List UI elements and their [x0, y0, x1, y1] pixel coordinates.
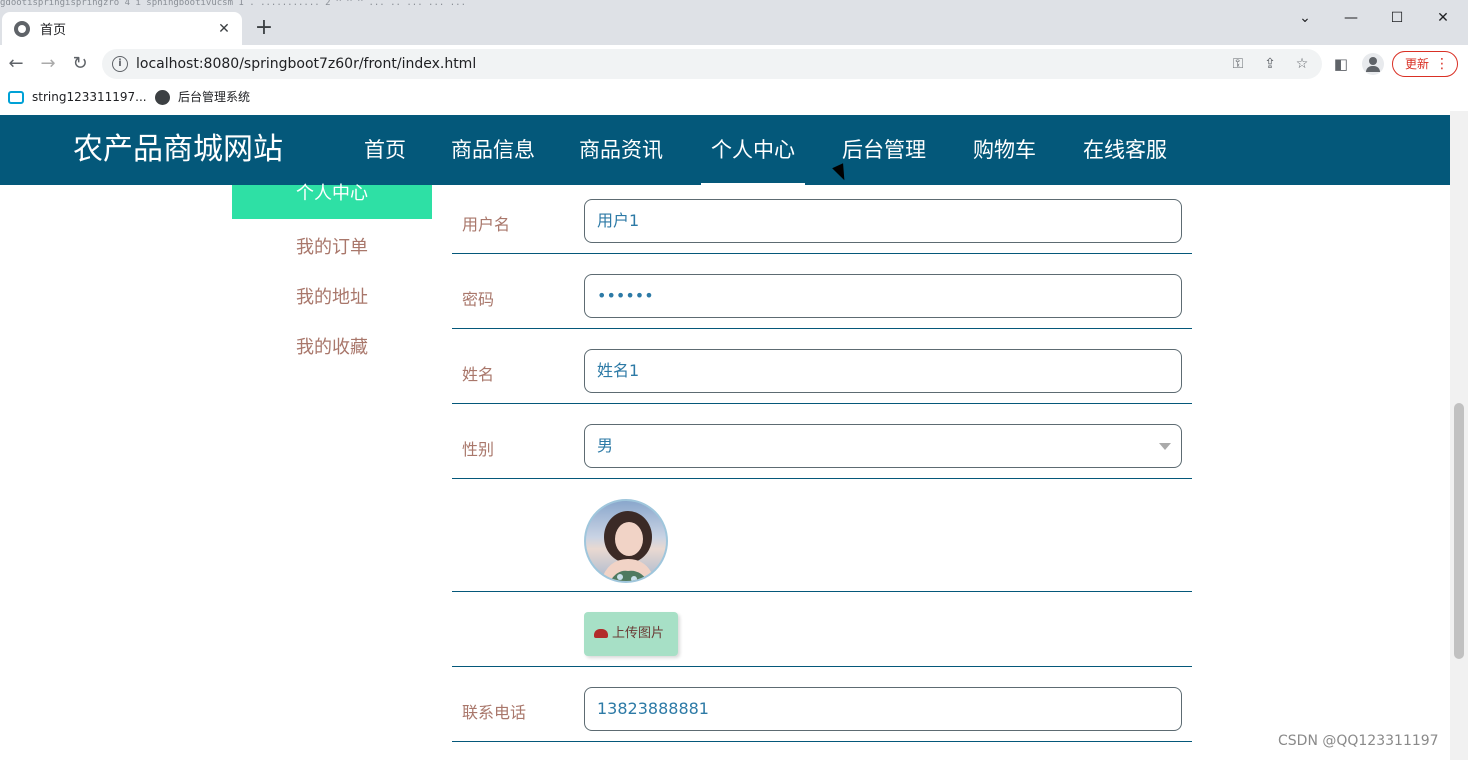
name-label: 姓名 [462, 365, 495, 384]
phone-input[interactable]: 13823888881 [584, 687, 1182, 731]
bookmark-label: 后台管理系统 [178, 90, 251, 104]
close-window-button[interactable]: ✕ [1420, 7, 1466, 29]
share-icon[interactable]: ⇪ [1259, 53, 1281, 75]
key-icon[interactable]: ⚿ [1227, 53, 1249, 75]
page-scrollbar[interactable] [1450, 111, 1468, 760]
form-row-name: 姓名 姓名1 [452, 329, 1192, 404]
sidebar-item-favorites[interactable]: 我的收藏 [232, 333, 432, 359]
bookmark-label: string123311197... [32, 90, 147, 104]
close-tab-icon[interactable]: ✕ [214, 19, 234, 39]
minimize-button[interactable]: — [1328, 7, 1374, 29]
avatar-photo [601, 511, 655, 581]
name-input[interactable]: 姓名1 [584, 349, 1182, 393]
browser-tab[interactable]: 首页 ✕ [2, 12, 242, 45]
phone-label: 联系电话 [462, 703, 527, 722]
nav-news[interactable]: 商品资讯 [579, 115, 663, 185]
tab-search-icon[interactable]: ⌄ [1282, 7, 1328, 29]
gender-select[interactable]: 男 [584, 424, 1182, 468]
side-panel-icon[interactable]: ◧ [1330, 53, 1352, 75]
nav-home[interactable]: 首页 [364, 115, 406, 185]
address-bar[interactable]: i localhost:8080/springboot7z60r/front/i… [102, 49, 1322, 79]
tab-title: 首页 [40, 23, 67, 38]
globe-icon [155, 89, 170, 105]
profile-avatar-icon[interactable] [1362, 53, 1384, 75]
menu-dots-icon: ⋮ [1435, 56, 1449, 72]
forward-arrow-icon[interactable]: → [36, 52, 60, 76]
bookmarks-bar: string123311197... 后台管理系统 [0, 83, 1468, 111]
username-input[interactable]: 用户1 [584, 199, 1182, 243]
new-tab-button[interactable]: + [252, 16, 276, 40]
bookmark-admin[interactable]: 后台管理系统 [155, 83, 250, 111]
cloud-upload-icon [594, 629, 608, 638]
password-label: 密码 [462, 290, 495, 309]
nav-cart[interactable]: 购物车 [973, 115, 1036, 185]
nav-personal-center[interactable]: 个人中心 [701, 115, 805, 185]
scrollbar-thumb[interactable] [1454, 403, 1464, 659]
bookmark-string[interactable]: string123311197... [8, 83, 147, 111]
sidebar-item-personal-center[interactable]: 个人中心 [232, 185, 432, 219]
watermark: CSDN @QQ123311197 [1278, 733, 1439, 749]
page-viewport: 农产品商城网站 首页 商品信息 商品资讯 个人中心 后台管理 购物车 在线客服 … [0, 111, 1450, 760]
star-icon[interactable]: ☆ [1291, 53, 1313, 75]
form-row-phone: 联系电话 13823888881 [452, 667, 1192, 742]
back-arrow-icon[interactable]: ← [4, 52, 28, 76]
nav-customer-service[interactable]: 在线客服 [1083, 115, 1167, 185]
password-input[interactable]: •••••• [584, 274, 1182, 318]
form-row-password: 密码 •••••• [452, 254, 1192, 329]
username-label: 用户名 [462, 215, 511, 234]
form-row-avatar [452, 479, 1192, 592]
nav-admin[interactable]: 后台管理 [842, 115, 926, 185]
form-row-gender: 性别 男 [452, 404, 1192, 479]
site-header: 农产品商城网站 首页 商品信息 商品资讯 个人中心 后台管理 购物车 在线客服 [0, 115, 1450, 185]
url-text: localhost:8080/springboot7z60r/front/ind… [136, 56, 477, 72]
upload-image-button[interactable]: 上传图片 [584, 612, 678, 656]
maximize-button[interactable]: ☐ [1374, 7, 1420, 29]
upload-label: 上传图片 [612, 626, 665, 641]
info-icon[interactable]: i [112, 56, 128, 72]
update-button[interactable]: 更新 ⋮ [1392, 51, 1458, 77]
nav-products[interactable]: 商品信息 [451, 115, 535, 185]
sidebar-item-orders[interactable]: 我的订单 [232, 233, 432, 259]
update-label: 更新 [1405, 57, 1430, 71]
background-window-text: gdootispringispringzro 4 i sphingbootivu… [0, 0, 466, 7]
bilibili-icon [8, 90, 24, 104]
sidebar-item-address[interactable]: 我的地址 [232, 283, 432, 309]
avatar [584, 499, 668, 583]
form-row-upload: 上传图片 [452, 592, 1192, 667]
gender-label: 性别 [462, 440, 495, 459]
reload-icon[interactable]: ↻ [68, 52, 92, 76]
globe-icon [14, 20, 30, 37]
site-logo[interactable]: 农产品商城网站 [73, 115, 283, 185]
form-row-username: 用户名 用户1 [452, 185, 1192, 254]
browser-tabstrip: gdootispringispringzro 4 i sphingbootivu… [0, 0, 1468, 45]
browser-toolbar: ← → ↻ i localhost:8080/springboot7z60r/f… [0, 45, 1468, 83]
